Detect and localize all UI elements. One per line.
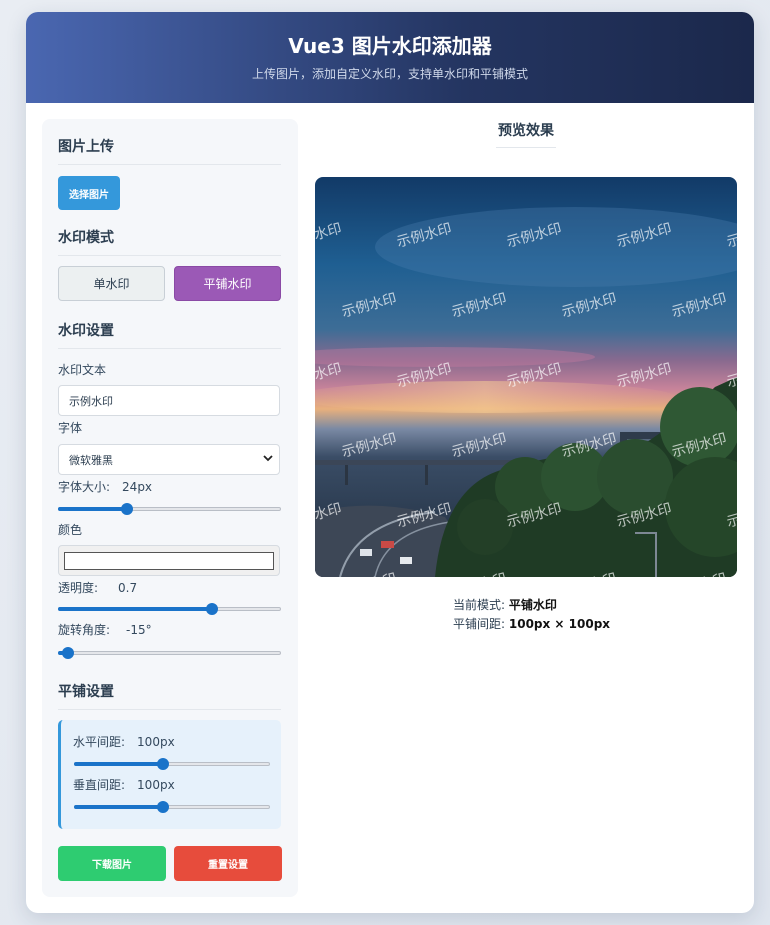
tile-settings-panel: 水平间距: 100px 垂直间距: 100px [58,720,281,829]
watermark-text: 示例水印 [450,430,509,461]
chevron-down-icon [263,453,273,466]
font-size-label-text: 字体大小: [58,480,111,494]
h-gap-label-text: 水平间距: [73,735,126,749]
tile-gap-value: 100px × 100px [508,617,611,631]
preview-title: 预览效果 [496,122,556,148]
watermark-text: 示例水印 [450,290,509,321]
choose-image-button[interactable]: 选择图片 [58,176,120,210]
tile-section-title: 平铺设置 [58,683,281,710]
app-header: Vue3 图片水印添加器 上传图片，添加自定义水印，支持单水印和平铺模式 [26,12,754,103]
watermark-text: 示例水印 [670,430,729,461]
font-size-slider[interactable] [58,503,281,515]
watermark-text-input[interactable]: 示例水印 [58,385,280,416]
watermark-text: 示例水印 [505,220,564,251]
font-size-value: 24px [122,480,153,494]
h-gap-value: 100px [137,735,175,749]
watermark-text: 示例水印 [315,220,344,251]
preview-image: 示例水印 示例水印 示例水印 示例水印 示例水印 示例水印 示例水印 示例水印 示例水印 示例水印… [315,177,737,577]
watermark-text: 示例水印 [340,290,399,321]
mode-section-title: 水印模式 [58,229,281,256]
watermark-text: 示例水印 [315,500,344,531]
rotation-value: -15° [126,623,152,637]
watermark-text: 示例水印 [395,500,454,531]
download-image-button[interactable]: 下载图片 [58,846,166,881]
slider-thumb[interactable] [205,603,218,615]
color-label: 颜色 [58,523,83,537]
tile-watermark-button[interactable]: 平铺水印 [174,266,281,301]
watermark-text-value: 示例水印 [69,394,113,408]
tile-gap-line: 平铺间距: 100px × 100px [453,616,610,632]
color-swatch [64,552,274,570]
upload-section-title: 图片上传 [58,138,281,165]
rotation-slider[interactable] [58,647,281,659]
watermark-text: 示例水印 [669,568,728,577]
font-select-value: 微软雅黑 [69,453,113,467]
v-gap-value: 100px [137,778,175,792]
opacity-label-text: 透明度: [58,581,99,595]
watermark-text: 示例水印 [560,430,619,461]
watermark-text: 示例水印 [670,290,729,321]
v-gap-label-text: 垂直间距: [73,778,126,792]
font-size-label: 字体大小: 24px [58,479,152,495]
watermark-text: 示例水印 [725,220,737,251]
v-gap-label: 垂直间距: 100px [73,777,175,793]
watermark-text: 示例水印 [339,568,398,577]
watermark-text: 示例水印 [725,500,737,531]
watermark-text: 示例水印 [315,360,344,391]
watermark-text: 示例水印 [395,360,454,391]
watermark-text: 示例水印 [615,220,674,251]
watermark-text-label: 水印文本 [58,363,107,377]
watermark-text: 示例水印 [449,568,508,577]
single-watermark-button[interactable]: 单水印 [58,266,165,301]
watermark-text: 示例水印 [505,500,564,531]
color-picker[interactable] [58,545,280,576]
slider-thumb[interactable] [156,801,169,813]
settings-section-title: 水印设置 [58,322,281,349]
v-gap-slider[interactable] [74,801,270,813]
app-card: Vue3 图片水印添加器 上传图片，添加自定义水印，支持单水印和平铺模式 图片上… [26,12,754,913]
rotation-label: 旋转角度: -15° [58,622,152,638]
opacity-slider[interactable] [58,603,281,615]
opacity-value: 0.7 [118,581,138,595]
slider-thumb[interactable] [121,503,134,515]
current-mode-value: 平铺水印 [508,598,557,612]
h-gap-slider[interactable] [74,758,270,770]
slider-thumb[interactable] [156,758,169,770]
current-mode-label: 当前模式: [453,598,506,612]
watermark-text: 示例水印 [615,500,674,531]
watermark-text: 示例水印 [559,568,618,577]
app-title: Vue3 图片水印添加器 [288,34,492,58]
watermark-text: 示例水印 [560,290,619,321]
watermark-text: 示例水印 [505,360,564,391]
opacity-label: 透明度: 0.7 [58,580,137,596]
watermark-text: 示例水印 [395,220,454,251]
font-label: 字体 [58,421,83,435]
h-gap-label: 水平间距: 100px [73,734,175,750]
control-panel: 图片上传 选择图片 水印模式 单水印 平铺水印 水印设置 水印文本 示例水印 字… [42,119,298,897]
watermark-text: 示例水印 [615,360,674,391]
slider-thumb[interactable] [62,647,75,659]
watermark-text: 示例水印 [725,360,737,391]
current-mode-line: 当前模式: 平铺水印 [453,597,557,613]
reset-settings-button[interactable]: 重置设置 [174,846,282,881]
watermark-text: 示例水印 [340,430,399,461]
tile-gap-label: 平铺间距: [453,617,506,631]
app-subtitle: 上传图片，添加自定义水印，支持单水印和平铺模式 [251,67,528,81]
watermark-tile-layer: 示例水印 示例水印 示例水印 示例水印 示例水印 示例水印 示例水印 示例水印 示例水印 示例水印… [315,177,737,577]
font-select[interactable]: 微软雅黑 [58,444,280,475]
rotation-label-text: 旋转角度: [58,623,111,637]
